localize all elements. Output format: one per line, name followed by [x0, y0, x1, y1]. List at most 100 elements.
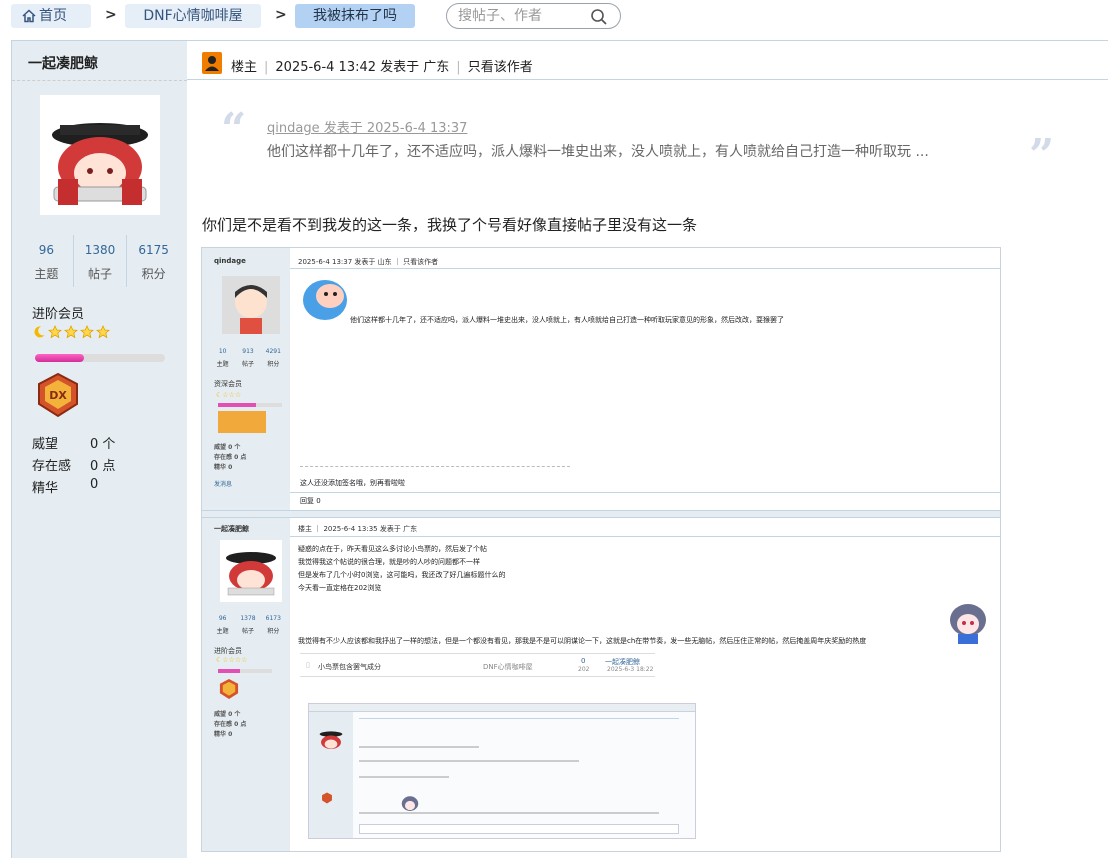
shot-post-separator — [202, 510, 1000, 518]
author-sidebar: 一起凑肥鲸 96 主题 1380 帖子 6175 积分 进阶会员 DX 威望 0… — [12, 41, 187, 858]
meta-key: 精华 — [32, 481, 59, 496]
shot-level-bar — [218, 669, 272, 673]
shot-signature: 这人还没添加签名哦，别再看啦啦 — [300, 479, 405, 487]
shot-stats: 10 913 4291 — [210, 348, 286, 355]
meta-value: 0 — [90, 477, 99, 492]
svg-text:DX: DX — [49, 389, 67, 402]
breadcrumb-home-label: 首页 — [39, 8, 67, 24]
shot-avatar — [222, 276, 280, 334]
shot-stat-label: 帖子 — [241, 628, 254, 635]
shot-stat-value: 4291 — [265, 348, 281, 355]
post-meta: 楼主 | 2025-6-4 13:42 发表于 广东 | 只看该作者 — [231, 56, 533, 75]
shot-thread-views: 202 — [578, 666, 590, 673]
medal-icon[interactable]: DX — [35, 372, 81, 422]
star-icon — [96, 325, 110, 339]
shot-nested-screenshot — [308, 703, 696, 839]
shot-post-text: 他们这样都十几年了，还不适应吗，派人爆料一堆史出来，没人喷就上，有人喷就给自己打… — [350, 316, 784, 324]
search-box[interactable] — [446, 3, 621, 29]
shot-divider — [290, 536, 1000, 537]
shot-meta: 威望 0 个 — [214, 444, 241, 451]
home-icon — [22, 9, 36, 23]
quote-open-icon: “ — [221, 104, 247, 155]
post-location: 发表于 广东 — [380, 60, 450, 75]
shot-level-stars: ☾☆☆☆☆ — [216, 656, 248, 664]
shot-stat-value: 10 — [218, 348, 227, 355]
stat-value: 6175 — [138, 243, 169, 257]
breadcrumb: 首页 > DNF心情咖啡屋 > 我被抹布了吗 — [0, 0, 1108, 32]
stat-label: 帖子 — [88, 267, 113, 281]
quote-close-icon: ” — [1029, 130, 1055, 181]
attached-screenshot[interactable]: qindage 10 913 4291 主题 帖子 积分 资深会员 ☾☆☆☆ 威… — [201, 247, 1001, 852]
moon-icon — [34, 326, 45, 338]
stat-points[interactable]: 6175 积分 — [126, 235, 180, 287]
shot-medal-icon — [219, 678, 239, 700]
shot-stat-value: 96 — [218, 615, 227, 622]
divider: | — [456, 60, 461, 75]
shot-divider — [290, 268, 1000, 269]
level-progress-bar — [35, 354, 165, 362]
level-progress-fill — [35, 354, 85, 362]
star-icon — [48, 325, 62, 339]
thread-owner-icon — [202, 52, 222, 74]
shot-post-head: 楼主 ｜ 2025-6-4 13:35 发表于 广东 — [298, 525, 418, 533]
avatar[interactable] — [40, 95, 160, 215]
meta-value: 0 点 — [90, 459, 116, 474]
post-body: 你们是不是看不到我发的这一条，我换了个号看好像直接帖子里没有这一条 — [202, 216, 698, 234]
shot-stat-label: 主题 — [216, 628, 229, 635]
shot-group: 资深会员 — [214, 380, 242, 388]
shot-actions: 回复 0 — [300, 497, 321, 505]
stat-value: 96 — [38, 243, 54, 257]
breadcrumb-home[interactable]: 首页 — [11, 4, 91, 28]
breadcrumb-current[interactable]: 我被抹布了吗 — [295, 4, 415, 28]
shot-stat-label: 主题 — [216, 361, 229, 368]
breadcrumb-separator: > — [275, 7, 287, 23]
meta-essence: 精华 0 — [32, 477, 115, 499]
shot-stat-label: 积分 — [267, 628, 280, 635]
shot-stats: 96 1378 6173 — [210, 615, 286, 622]
owner-label: 楼主 — [231, 60, 258, 75]
meta-value: 0 个 — [90, 437, 116, 452]
shot-stat-label: 帖子 — [241, 361, 254, 368]
post-time: 2025-6-4 13:42 — [275, 60, 377, 75]
shot-post-head: 2025-6-4 13:37 发表于 山东 ｜ 只看该作者 — [298, 258, 439, 266]
shot-thread-title: 小鸟票包含罢气成分 — [318, 663, 381, 671]
quote-author-link[interactable]: qindage 发表于 2025-6-4 13:37 — [267, 117, 467, 136]
stat-posts[interactable]: 1380 帖子 — [72, 235, 127, 287]
shot-signature-divider — [300, 466, 570, 467]
post-header: 楼主 | 2025-6-4 13:42 发表于 广东 | 只看该作者 — [187, 41, 1108, 80]
shot-stat-labels: 主题 帖子 积分 — [210, 626, 286, 635]
avatar-image — [52, 123, 148, 205]
shot-group: 进阶会员 — [214, 647, 242, 655]
level-stars — [32, 325, 110, 339]
user-group[interactable]: 进阶会员 — [32, 303, 84, 322]
shot-thread-forum: DNF心情咖啡屋 — [483, 663, 533, 671]
search-icon[interactable] — [590, 8, 608, 26]
shot-medals — [218, 411, 266, 433]
shot-send-message: 发消息 — [214, 481, 233, 488]
shot-divider — [290, 492, 1000, 493]
only-author-link[interactable]: 只看该作者 — [468, 60, 533, 75]
breadcrumb-forum[interactable]: DNF心情咖啡屋 — [125, 4, 261, 28]
shot-username: 一起凑肥鲸 — [214, 525, 249, 533]
search-input[interactable] — [458, 4, 588, 28]
shot-thread-item: ▯ 小鸟票包含罢气成分 DNF心情咖啡屋 0 202 一起凑肥鲸 2025-6-… — [300, 653, 655, 677]
shot-stat-value: 913 — [242, 348, 254, 355]
shot-avatar-image — [235, 285, 267, 334]
shot-avatar — [220, 540, 282, 602]
author-name[interactable]: 一起凑肥鲸 — [12, 41, 187, 81]
shot-stat-labels: 主题 帖子 积分 — [210, 359, 286, 368]
stat-label: 积分 — [141, 267, 166, 281]
shot-meta: 精华 0 — [214, 464, 233, 471]
shot-stat-value: 6173 — [265, 615, 281, 622]
shot-thread-last-time: 2025-6-3 18:22 — [607, 666, 654, 673]
shot-post-line: 疑惑的点在于，昨天看见这么多讨论小鸟票的，然后发了个帖 — [298, 545, 487, 553]
breadcrumb-separator: > — [105, 7, 117, 23]
meta-key: 威望 — [32, 437, 59, 452]
shot-level-stars: ☾☆☆☆ — [216, 391, 242, 399]
shot-post-line: 今天看一直定格在202浏览 — [298, 584, 382, 592]
shot-stat-label: 积分 — [267, 361, 280, 368]
shot-anime-sticker — [950, 604, 986, 644]
shot-stat-value: 1378 — [240, 615, 256, 622]
stat-threads[interactable]: 96 主题 — [20, 235, 73, 287]
shot-meta: 存在感 0 点 — [214, 721, 247, 728]
